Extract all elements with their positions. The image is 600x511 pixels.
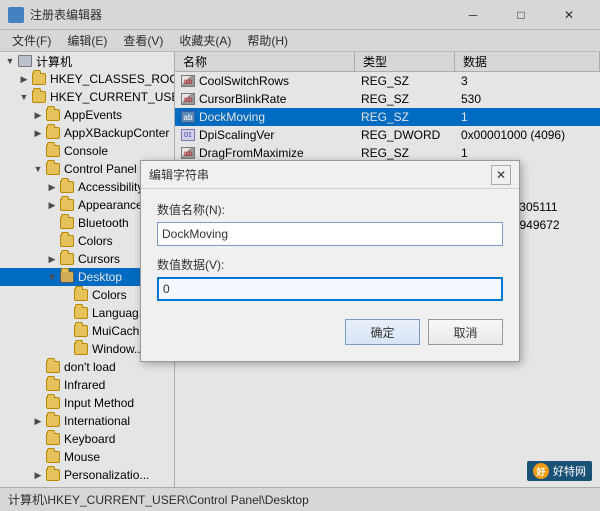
dialog-data-label: 数值数据(V): bbox=[157, 256, 503, 273]
dialog-body: 数值名称(N): 数值数据(V): 确定 取消 bbox=[141, 189, 519, 361]
dialog-data-input[interactable] bbox=[157, 277, 503, 301]
edit-string-dialog: 编辑字符串 ✕ 数值名称(N): 数值数据(V): 确定 取消 bbox=[140, 160, 520, 362]
dialog-ok-button[interactable]: 确定 bbox=[345, 319, 420, 345]
dialog-title: 编辑字符串 bbox=[149, 166, 491, 183]
dialog-overlay: 编辑字符串 ✕ 数值名称(N): 数值数据(V): 确定 取消 bbox=[0, 0, 600, 511]
dialog-buttons: 确定 取消 bbox=[157, 319, 503, 349]
watermark: 好 好特网 bbox=[527, 461, 592, 481]
dialog-close-button[interactable]: ✕ bbox=[491, 165, 511, 185]
dialog-name-label: 数值名称(N): bbox=[157, 201, 503, 218]
dialog-title-bar: 编辑字符串 ✕ bbox=[141, 161, 519, 189]
watermark-text: 好特网 bbox=[553, 463, 586, 479]
watermark-icon: 好 bbox=[533, 463, 549, 479]
dialog-name-input[interactable] bbox=[157, 222, 503, 246]
dialog-cancel-button[interactable]: 取消 bbox=[428, 319, 503, 345]
